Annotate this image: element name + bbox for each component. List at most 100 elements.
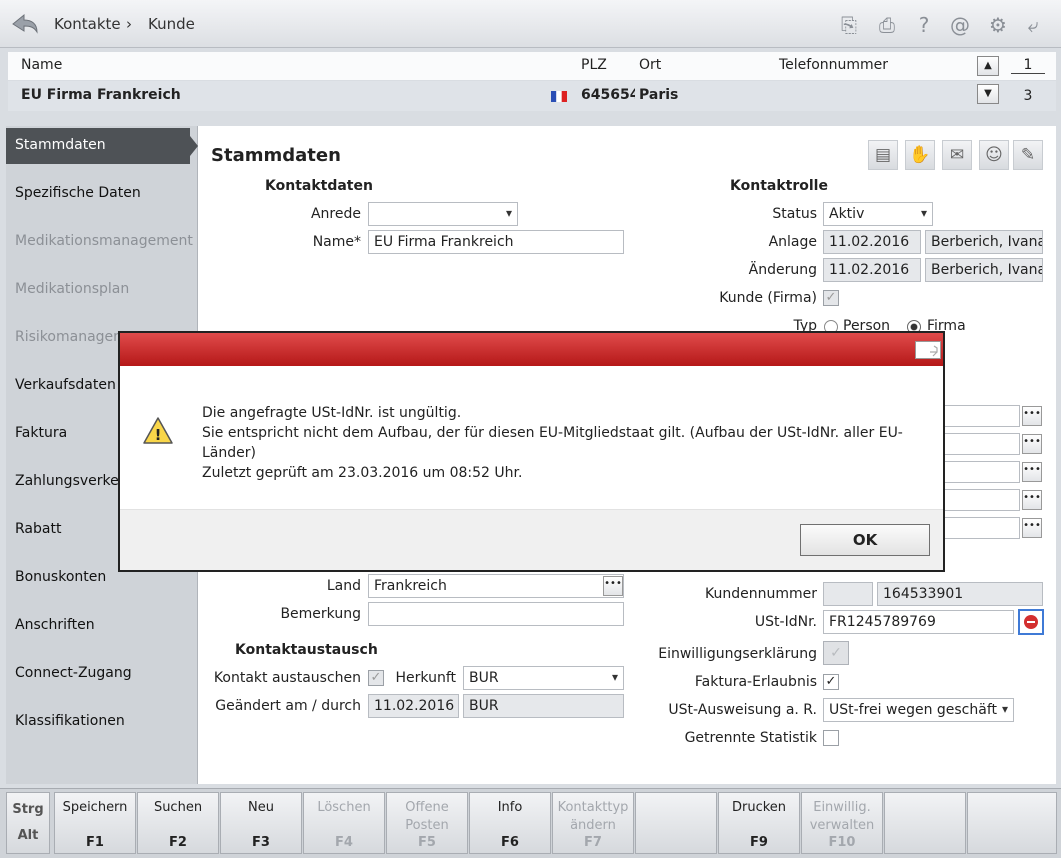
fkey-key: F9 bbox=[750, 835, 768, 850]
aenderung-label: Änderung bbox=[748, 262, 817, 278]
ok-button[interactable]: OK bbox=[800, 524, 930, 556]
fkey-f9[interactable]: Drucken F9 bbox=[718, 792, 800, 854]
ustid-input[interactable]: FR1245789769 bbox=[823, 610, 1014, 634]
fkey-f5[interactable]: Offene Posten F5 bbox=[386, 792, 468, 854]
back-arrow-icon[interactable] bbox=[10, 10, 40, 38]
sidebar-item-connect-zugang[interactable]: Connect-Zugang bbox=[15, 665, 132, 681]
scroll-up-button[interactable]: ▲ bbox=[977, 56, 999, 76]
sidebar-item-anschriften[interactable]: Anschriften bbox=[15, 617, 95, 633]
print-icon[interactable]: ⎙ bbox=[874, 12, 900, 38]
flag-france-icon bbox=[551, 90, 567, 102]
note-icon[interactable]: ✎ bbox=[1013, 140, 1043, 170]
address-more-button-1[interactable]: ••• bbox=[1022, 406, 1042, 426]
scroll-down-button[interactable]: ▼ bbox=[977, 84, 999, 104]
anrede-label: Anrede bbox=[310, 206, 361, 222]
herkunft-select[interactable]: BUR bbox=[463, 666, 624, 690]
warning-icon: ! bbox=[142, 416, 174, 446]
kontakt-austauschen-checkbox[interactable]: ✓ bbox=[368, 670, 384, 686]
sidebar-item-medikationsplan[interactable]: Medikationsplan bbox=[15, 281, 129, 297]
dialog-close-icon[interactable] bbox=[915, 341, 941, 359]
ustid-error-button[interactable] bbox=[1018, 609, 1044, 635]
col-name[interactable]: Name bbox=[21, 57, 62, 73]
geaendert-date: 11.02.2016 bbox=[368, 694, 459, 718]
settings-icon[interactable]: ⚙ bbox=[985, 12, 1011, 38]
counter-total: 3 bbox=[1023, 88, 1033, 104]
ust-ausweisung-label: USt-Ausweisung a. R. bbox=[668, 702, 817, 718]
fkey-key: F6 bbox=[501, 835, 519, 850]
exit-icon[interactable]: ⤶ bbox=[1020, 12, 1046, 38]
fkey-empty-10[interactable] bbox=[884, 792, 966, 854]
bemerkung-input[interactable] bbox=[368, 602, 624, 626]
breadcrumb-current: Kunde bbox=[148, 15, 195, 33]
fkey-empty-7[interactable] bbox=[635, 792, 717, 854]
fkey-f2[interactable]: Suchen F2 bbox=[137, 792, 219, 854]
land-more-button[interactable]: ••• bbox=[603, 576, 623, 596]
fkey-f1[interactable]: Speichern F1 bbox=[54, 792, 136, 854]
land-label: Land bbox=[326, 578, 361, 594]
sidebar-item-stammdaten[interactable]: Stammdaten bbox=[6, 128, 190, 164]
contact-list-row[interactable]: EU Firma Frankreich 645654 Paris ▼ 3 bbox=[8, 81, 1056, 111]
getrennte-statistik-checkbox[interactable] bbox=[823, 730, 839, 746]
col-ort[interactable]: Ort bbox=[639, 57, 661, 73]
contacts-icon[interactable]: ☺ bbox=[979, 140, 1009, 170]
at-icon[interactable]: @ bbox=[947, 12, 973, 38]
svg-text:!: ! bbox=[155, 426, 162, 444]
fkey-label: Drucken bbox=[731, 800, 787, 815]
einwilligung-label: Einwilligungserklärung bbox=[658, 646, 817, 662]
fkey-empty-11[interactable] bbox=[967, 792, 1057, 854]
aenderung-date: 11.02.2016 bbox=[823, 258, 921, 282]
faktura-erlaubnis-checkbox[interactable]: ✓ bbox=[823, 674, 839, 690]
sidebar-item-verkaufsdaten[interactable]: Verkaufsdaten bbox=[15, 377, 116, 393]
address-more-button-5[interactable]: ••• bbox=[1022, 518, 1042, 538]
modifier-strg: Strg bbox=[12, 802, 44, 817]
kundennummer-value: 164533901 bbox=[877, 582, 1043, 606]
error-dialog: ! Die angefragte USt-IdNr. ist ungültig.… bbox=[118, 331, 945, 572]
fkey-f4[interactable]: Löschen F4 bbox=[303, 792, 385, 854]
land-input[interactable]: Frankreich bbox=[368, 574, 624, 598]
kunde-firma-label: Kunde (Firma) bbox=[719, 290, 817, 306]
copy-icon[interactable]: ⎘ bbox=[836, 12, 862, 38]
sidebar-item-zahlungsverkehr[interactable]: Zahlungsverkehr bbox=[15, 473, 133, 489]
address-more-button-2[interactable]: ••• bbox=[1022, 434, 1042, 454]
faktura-erlaubnis-label: Faktura-Erlaubnis bbox=[694, 674, 817, 690]
handshake-icon[interactable]: ✋ bbox=[905, 140, 935, 170]
help-icon[interactable]: ? bbox=[911, 12, 937, 38]
einwilligung-button[interactable]: ✓ bbox=[823, 641, 849, 665]
anlage-date: 11.02.2016 bbox=[823, 230, 921, 254]
sidebar-item-bonuskonten[interactable]: Bonuskonten bbox=[15, 569, 106, 585]
kunde-firma-checkbox[interactable]: ✓ bbox=[823, 290, 839, 306]
address-more-button-3[interactable]: ••• bbox=[1022, 462, 1042, 482]
fkey-f7[interactable]: Kontakttyp ändern F7 bbox=[552, 792, 634, 854]
status-select[interactable]: Aktiv bbox=[823, 202, 933, 226]
error-icon bbox=[1024, 615, 1038, 629]
fkey-label: Löschen bbox=[317, 800, 371, 815]
sidebar-item-medikationsmanagement[interactable]: Medikationsmanagement bbox=[15, 233, 193, 249]
ustid-label: USt-IdNr. bbox=[754, 614, 817, 630]
sidebar-item-faktura[interactable]: Faktura bbox=[15, 425, 67, 441]
geaendert-label: Geändert am / durch bbox=[215, 698, 361, 714]
name-input[interactable]: EU Firma Frankreich bbox=[368, 230, 624, 254]
breadcrumb-separator: › bbox=[126, 15, 132, 33]
breadcrumb-root[interactable]: Kontakte bbox=[54, 15, 121, 33]
kontakt-austauschen-label: Kontakt austauschen bbox=[213, 670, 361, 686]
business-card-icon[interactable]: ▤ bbox=[868, 140, 898, 170]
kundennummer-label: Kundennummer bbox=[705, 586, 817, 602]
ust-ausweisung-select[interactable]: USt-frei wegen geschäft bbox=[823, 698, 1014, 722]
fkey-f6[interactable]: Info F6 bbox=[469, 792, 551, 854]
fkey-f3[interactable]: Neu F3 bbox=[220, 792, 302, 854]
col-telefon[interactable]: Telefonnummer bbox=[779, 57, 888, 73]
sidebar-item-klassifikationen[interactable]: Klassifikationen bbox=[15, 713, 125, 729]
title-bar: Kontakte › Kunde ⎘ ⎙ ? @ ⚙ ⤶ bbox=[0, 0, 1061, 48]
row-ort: Paris bbox=[639, 87, 679, 103]
dialog-body: ! Die angefragte USt-IdNr. ist ungültig.… bbox=[120, 366, 943, 509]
address-more-button-4[interactable]: ••• bbox=[1022, 490, 1042, 510]
document-icon[interactable]: ✉ bbox=[942, 140, 972, 170]
sidebar-item-rabatt[interactable]: Rabatt bbox=[15, 521, 61, 537]
col-plz[interactable]: PLZ bbox=[581, 57, 607, 73]
status-label: Status bbox=[772, 206, 817, 222]
anrede-select[interactable] bbox=[368, 202, 518, 226]
sidebar-item-spezifische-daten[interactable]: Spezifische Daten bbox=[15, 185, 141, 201]
fkey-f10[interactable]: Einwillig. verwalten F10 bbox=[801, 792, 883, 854]
fkey-label: Info bbox=[497, 800, 523, 815]
fkey-label: Speichern bbox=[62, 800, 128, 815]
